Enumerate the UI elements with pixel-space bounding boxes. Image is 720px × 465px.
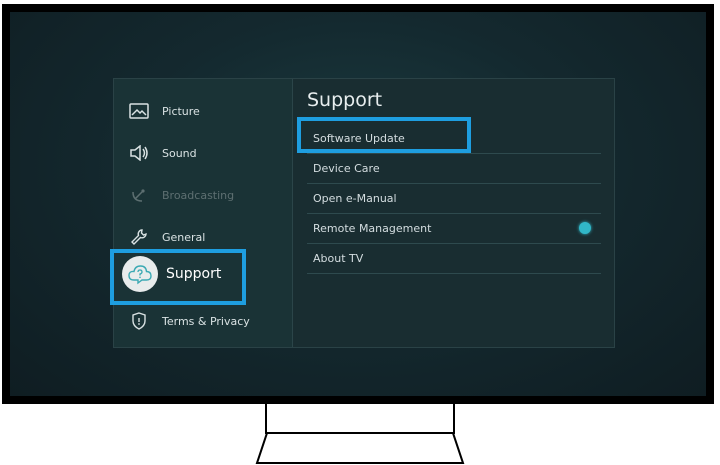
- satellite-icon: [128, 184, 150, 206]
- sidebar-item-label: General: [162, 230, 206, 244]
- sidebar-item-label: Sound: [162, 146, 197, 160]
- speaker-icon: [128, 142, 150, 164]
- status-indicator-dot: [579, 222, 591, 234]
- submenu-title: Support: [307, 89, 383, 111]
- menu-item-remote-management[interactable]: Remote Management: [307, 213, 601, 244]
- sidebar-item-sound[interactable]: Sound: [114, 133, 292, 173]
- settings-sidebar: Picture Sound Broadcasting General Terms…: [114, 79, 292, 347]
- cloud-question-icon: [122, 256, 158, 292]
- sidebar-item-picture[interactable]: Picture: [114, 91, 292, 131]
- tv-frame: Picture Sound Broadcasting General Terms…: [2, 4, 714, 404]
- shield-icon: [128, 310, 150, 332]
- support-submenu: Support Software Update Device Care Open…: [292, 79, 614, 347]
- sidebar-item-label: Support: [166, 266, 222, 282]
- menu-item-label: Device Care: [313, 161, 380, 175]
- menu-item-open-e-manual[interactable]: Open e-Manual: [307, 183, 601, 214]
- menu-item-about-tv[interactable]: About TV: [307, 243, 601, 274]
- picture-icon: [128, 100, 150, 122]
- tv-stand-base: [255, 432, 465, 464]
- wrench-icon: [128, 226, 150, 248]
- menu-item-device-care[interactable]: Device Care: [307, 153, 601, 184]
- menu-item-label: About TV: [313, 251, 364, 265]
- menu-item-label: Open e-Manual: [313, 191, 397, 205]
- menu-item-label: Remote Management: [313, 221, 432, 235]
- sidebar-item-terms-privacy[interactable]: Terms & Privacy: [114, 301, 292, 341]
- sidebar-item-label: Broadcasting: [162, 188, 235, 202]
- sidebar-item-support[interactable]: Support: [122, 256, 221, 292]
- sidebar-item-broadcasting[interactable]: Broadcasting: [114, 175, 292, 215]
- settings-panel: Picture Sound Broadcasting General Terms…: [110, 78, 615, 348]
- tv-stand-neck: [265, 404, 455, 434]
- sidebar-item-label: Picture: [162, 104, 200, 118]
- tv-screen: Picture Sound Broadcasting General Terms…: [10, 12, 706, 396]
- focus-highlight-software-update: [297, 117, 471, 153]
- sidebar-item-label: Terms & Privacy: [162, 314, 250, 328]
